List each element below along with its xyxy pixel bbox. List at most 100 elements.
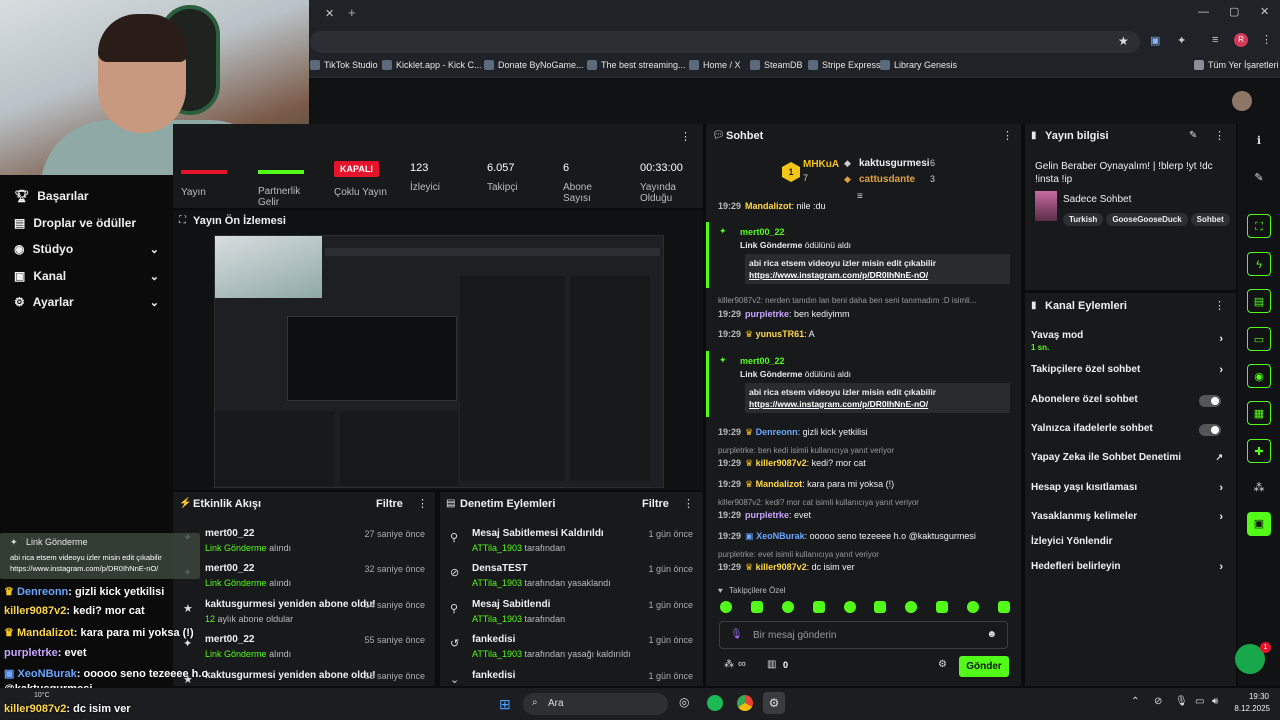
bookmark-item[interactable]: Stripe Express xyxy=(808,60,881,70)
edit-icon[interactable]: ✎ xyxy=(1247,166,1271,190)
leaderboard-top3-name[interactable]: cattusdante xyxy=(859,174,915,185)
sidebar-item-settings[interactable]: ⚙ Ayarlar ⌄ xyxy=(14,295,159,309)
bookmark-item[interactable]: The best streaming... xyxy=(587,60,686,70)
chat-username[interactable]: purpletrke xyxy=(745,510,789,520)
chat-username[interactable]: Mandalizot xyxy=(756,479,803,489)
tray-chevron-icon[interactable]: ⌃ xyxy=(1131,696,1139,707)
chat-input[interactable]: 🎙︎ Bir mesaj gönderin ☻ xyxy=(719,621,1008,649)
bookmark-item[interactable]: SteamDB xyxy=(750,60,803,70)
action-slow-mode[interactable]: Yavaş mod 1 sn. › xyxy=(1031,330,1229,352)
document-icon[interactable]: ▤ xyxy=(1247,289,1271,313)
action-emotes-only[interactable]: Yalnızca ifadelerle sohbet xyxy=(1031,423,1229,436)
reward-link[interactable]: https://www.instagram.com/p/DR0IhNnE-nO/ xyxy=(749,399,928,409)
microphone-icon[interactable]: 🎙︎ xyxy=(1175,696,1188,707)
translate-icon[interactable]: ▣ xyxy=(1150,34,1160,47)
emote-icon[interactable] xyxy=(874,601,887,613)
bookmark-item[interactable]: Kicklet.app - Kick C... xyxy=(382,60,482,70)
user-avatar[interactable] xyxy=(1232,91,1252,111)
chat-username[interactable]: killer9087v2 xyxy=(756,458,807,468)
spotify-icon[interactable] xyxy=(707,695,723,711)
windows-start-icon[interactable]: ⊞ xyxy=(499,696,511,713)
more-icon[interactable]: ⋮ xyxy=(1214,129,1225,142)
stream-preview-video[interactable] xyxy=(214,235,664,488)
chat-username[interactable]: Denreonn xyxy=(756,427,798,437)
more-icon[interactable]: ⋮ xyxy=(683,497,694,510)
emotes-only-toggle[interactable] xyxy=(1199,424,1221,436)
emote-icon[interactable] xyxy=(936,601,949,613)
subscribers-only-toggle[interactable] xyxy=(1199,395,1221,407)
action-subscribers-only[interactable]: Abonelere özel sohbet xyxy=(1031,394,1229,407)
chat-username[interactable]: yunusTR61 xyxy=(756,329,805,339)
reward-link[interactable]: https://www.instagram.com/p/DR0IhNnE-nO/ xyxy=(749,270,928,280)
mic-icon[interactable]: 🎙︎ xyxy=(730,629,743,640)
tag[interactable]: Sohbet xyxy=(1190,213,1230,226)
emote-icon[interactable] xyxy=(997,601,1010,613)
sidebar-item-channel[interactable]: ▣ Kanal ⌄ xyxy=(14,269,159,283)
address-bar[interactable] xyxy=(310,31,1140,53)
send-button[interactable]: Gönder xyxy=(959,656,1009,677)
chrome-icon[interactable] xyxy=(737,695,753,711)
chat-username[interactable]: mert00_22 xyxy=(740,227,785,237)
minimize-icon[interactable]: — xyxy=(1198,6,1209,18)
chat-username[interactable]: mert00_22 xyxy=(740,356,785,366)
leaderboard-top1-name[interactable]: MHKuA xyxy=(803,159,839,170)
chat-username[interactable]: XeoNBurak xyxy=(756,531,805,541)
bookmark-item[interactable]: TikTok Studio xyxy=(310,60,378,70)
profile-avatar[interactable]: R xyxy=(1234,33,1248,47)
tag[interactable]: Turkish xyxy=(1063,213,1104,226)
emoji-icon[interactable]: ☻ xyxy=(986,629,997,640)
clip-icon[interactable]: ⛶ xyxy=(1247,214,1271,238)
emote-icon[interactable] xyxy=(781,601,794,613)
sidebar-item-drops[interactable]: ▤ Droplar ve ödüller xyxy=(14,216,159,230)
emote-icon[interactable] xyxy=(967,601,979,613)
more-icon[interactable]: ⋮ xyxy=(680,130,691,143)
broadcast-icon[interactable]: ◉ xyxy=(1247,364,1271,388)
action-banned-words[interactable]: Yasaklanmış kelimeler › xyxy=(1031,511,1229,523)
settings-app-icon[interactable]: ⚙ xyxy=(763,692,785,714)
action-followers-only[interactable]: Takipçilere özel sohbet › xyxy=(1031,364,1229,376)
sidebar-item-achievements[interactable]: 🏆︎ Başarılar xyxy=(14,189,159,203)
activity-filter-button[interactable]: Filtre xyxy=(376,498,403,510)
emote-icon[interactable] xyxy=(750,601,763,613)
action-account-age[interactable]: Hesap yaşı kısıtlaması › xyxy=(1031,482,1229,494)
chat-bubble-icon[interactable]: ▭ xyxy=(1247,327,1271,351)
bookmark-item[interactable]: Library Genesis xyxy=(880,60,957,70)
action-ai-moderation[interactable]: Yapay Zeka ile Sohbet Denetimi ↗ xyxy=(1031,452,1229,463)
app-icon[interactable]: ▣ xyxy=(1247,512,1271,536)
network-icon[interactable]: ▭ xyxy=(1195,696,1204,707)
chat-username[interactable]: purpletrke xyxy=(745,309,789,319)
tray-icon[interactable]: ⊘ xyxy=(1154,696,1162,707)
extensions-icon[interactable]: ✦ xyxy=(1177,34,1186,47)
points-icon[interactable]: ⁂ xyxy=(724,659,734,670)
more-icon[interactable]: ⋮ xyxy=(417,497,428,510)
browser-menu-icon[interactable]: ⋮ xyxy=(1261,33,1272,46)
media-icon[interactable]: ≡ xyxy=(1212,34,1218,46)
bookmark-item[interactable]: Donate ByNoGame... xyxy=(484,60,584,70)
chat-username[interactable]: Mandalizot xyxy=(745,201,792,209)
emote-icon[interactable] xyxy=(905,601,918,613)
close-tab-icon[interactable]: ✕ xyxy=(325,7,334,20)
sidebar-item-studio[interactable]: ◉ Stüdyo ⌄ xyxy=(14,242,159,256)
chat-username[interactable]: killer9087v2 xyxy=(756,562,807,572)
all-bookmarks[interactable]: Tüm Yer İşaretleri xyxy=(1194,60,1279,70)
emote-icon[interactable] xyxy=(812,601,825,613)
action-host[interactable]: İzleyici Yönlendir xyxy=(1031,536,1229,547)
new-tab-button[interactable]: + xyxy=(348,5,356,20)
obs-icon[interactable]: ◎ xyxy=(679,695,689,709)
clock-date[interactable]: 8.12.2025 xyxy=(1226,704,1270,713)
bookmark-item[interactable]: Home / X xyxy=(689,60,741,70)
maximize-icon[interactable]: ▢ xyxy=(1229,5,1239,18)
tag[interactable]: GooseGooseDuck xyxy=(1106,213,1188,226)
emote-icon[interactable] xyxy=(720,601,732,613)
bookmark-star-icon[interactable]: ★ xyxy=(1118,34,1129,48)
moderation-filter-button[interactable]: Filtre xyxy=(642,498,669,510)
lightning-icon[interactable]: ϟ xyxy=(1247,252,1271,276)
settings-icon[interactable]: ⚙ xyxy=(938,659,947,670)
volume-icon[interactable]: 🔊︎ xyxy=(1212,696,1218,707)
wrench-icon[interactable]: ✚ xyxy=(1247,439,1271,463)
leaderboard-top2-name[interactable]: kaktusgurmesi xyxy=(859,158,930,169)
gift-icon[interactable]: ▥ xyxy=(767,659,776,670)
layout-icon[interactable]: ▦ xyxy=(1247,401,1271,425)
action-goals[interactable]: Hedefleri belirleyin › xyxy=(1031,561,1229,573)
more-icon[interactable]: ⋮ xyxy=(1002,129,1013,142)
